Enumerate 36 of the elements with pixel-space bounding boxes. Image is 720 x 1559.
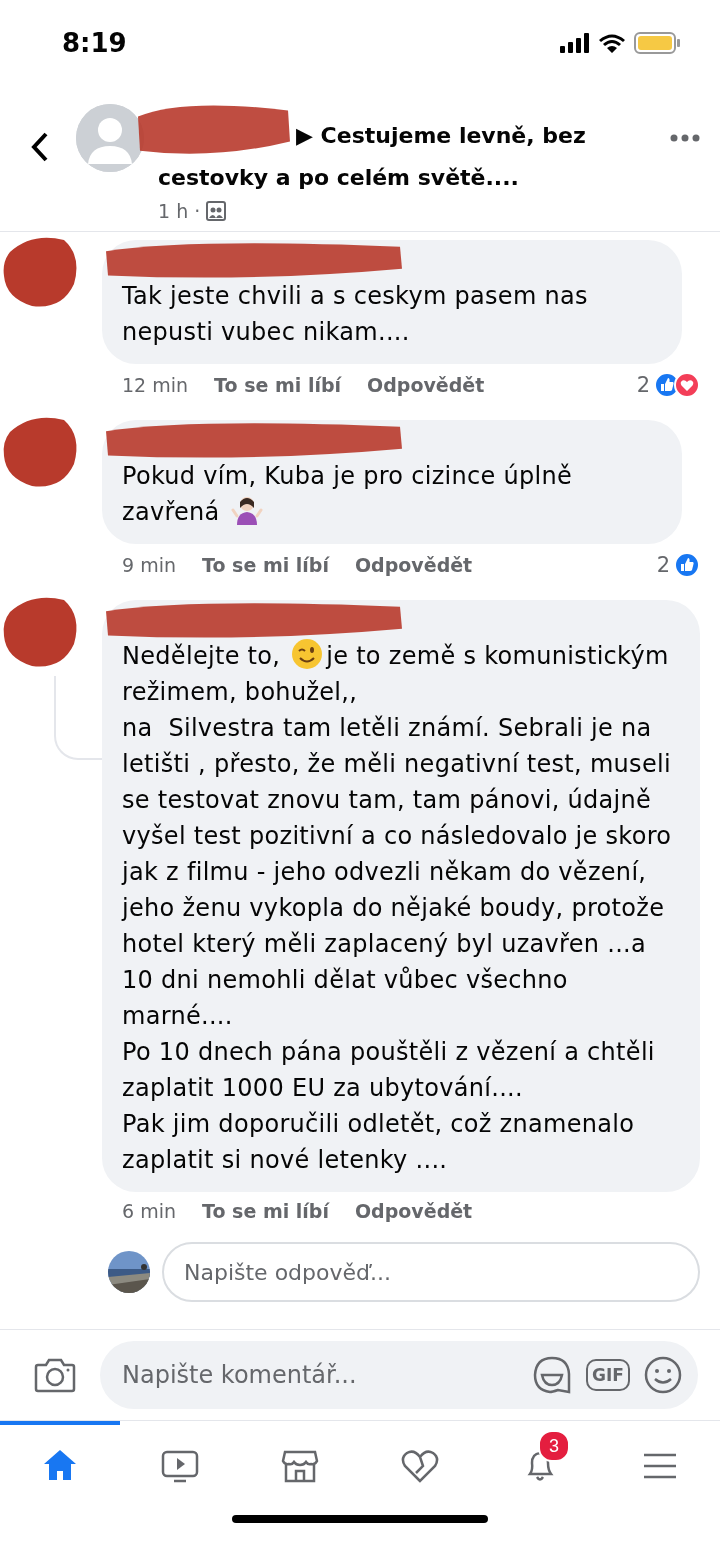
status-time: 8:19 bbox=[62, 28, 127, 58]
comment-text: Tak jeste chvili a s ceskym pasem nas nepusti vubec nikam.... bbox=[122, 282, 589, 346]
reaction-count: 2 bbox=[656, 553, 670, 577]
post-time: 1 h · bbox=[158, 200, 201, 222]
comment-field[interactable]: Napište komentář... GIF bbox=[100, 1341, 698, 1409]
comment-text: na Silvestra tam letěli známí. Sebrali je na letišti , přesto, že měli negativní test, museli se testovat znovu tam, tam pánovi, údajně vyšel test pozitivní a co následovalo je skoro jak z filmu - jeho odvezli někam do vězení, jeho ženu vykopla do nějaké boudy, protože hotel který měli zaplacený byl uzavřen ...a 10 dni nemohli dělat vůbec všechno marné.... bbox=[122, 714, 673, 1030]
comment-text: je to země s komunistickým bbox=[326, 642, 669, 670]
notification-badge: 3 bbox=[538, 1430, 570, 1462]
comment-text: Pak jim doporučili odletět, což znamenalo zaplatit si nové letenky .... bbox=[122, 1110, 636, 1174]
emoji-icon[interactable] bbox=[644, 1356, 682, 1394]
camera-icon[interactable] bbox=[34, 1357, 76, 1393]
wifi-icon bbox=[598, 33, 626, 53]
gif-button[interactable]: GIF bbox=[586, 1359, 630, 1391]
signal-icon bbox=[560, 33, 590, 53]
comment-text: Pokud vím, Kuba je pro cizince úplně zavřená bbox=[122, 462, 574, 526]
post-title: ▶ Cestujeme levně, bez bbox=[296, 122, 586, 150]
reaction-count: 2 bbox=[636, 373, 650, 397]
reply-link[interactable]: Odpovědět bbox=[354, 554, 473, 576]
sticker-icon[interactable] bbox=[532, 1355, 573, 1395]
like-link[interactable]: To se mi líbí bbox=[214, 374, 342, 396]
more-icon[interactable] bbox=[670, 134, 700, 142]
reply-link[interactable]: Odpovědět bbox=[367, 374, 485, 396]
post-title: cestovky a po celém světě.... bbox=[158, 164, 519, 192]
comment-time: 9 min bbox=[122, 554, 176, 576]
reply-link[interactable]: Odpovědět bbox=[354, 1200, 473, 1222]
comment-text: Po 10 dnech pána pouštěli z vězení a chtěli zaplatit 1000 EU za ubytování.... bbox=[122, 1038, 656, 1102]
comment-text: Nedělejte to, bbox=[122, 642, 282, 670]
notifications-tab[interactable]: 3 bbox=[480, 1421, 600, 1507]
like-link[interactable]: To se mi líbí bbox=[201, 554, 329, 576]
like-link[interactable]: To se mi líbí bbox=[201, 1200, 329, 1222]
group-icon bbox=[206, 201, 227, 221]
reply-field[interactable]: Napište odpověď... bbox=[162, 1242, 700, 1302]
comment-text: režimem, bohužel,, bbox=[122, 678, 358, 706]
comment-time: 12 min bbox=[122, 374, 189, 396]
battery-icon bbox=[634, 32, 680, 54]
comment-time: 6 min bbox=[122, 1200, 176, 1222]
